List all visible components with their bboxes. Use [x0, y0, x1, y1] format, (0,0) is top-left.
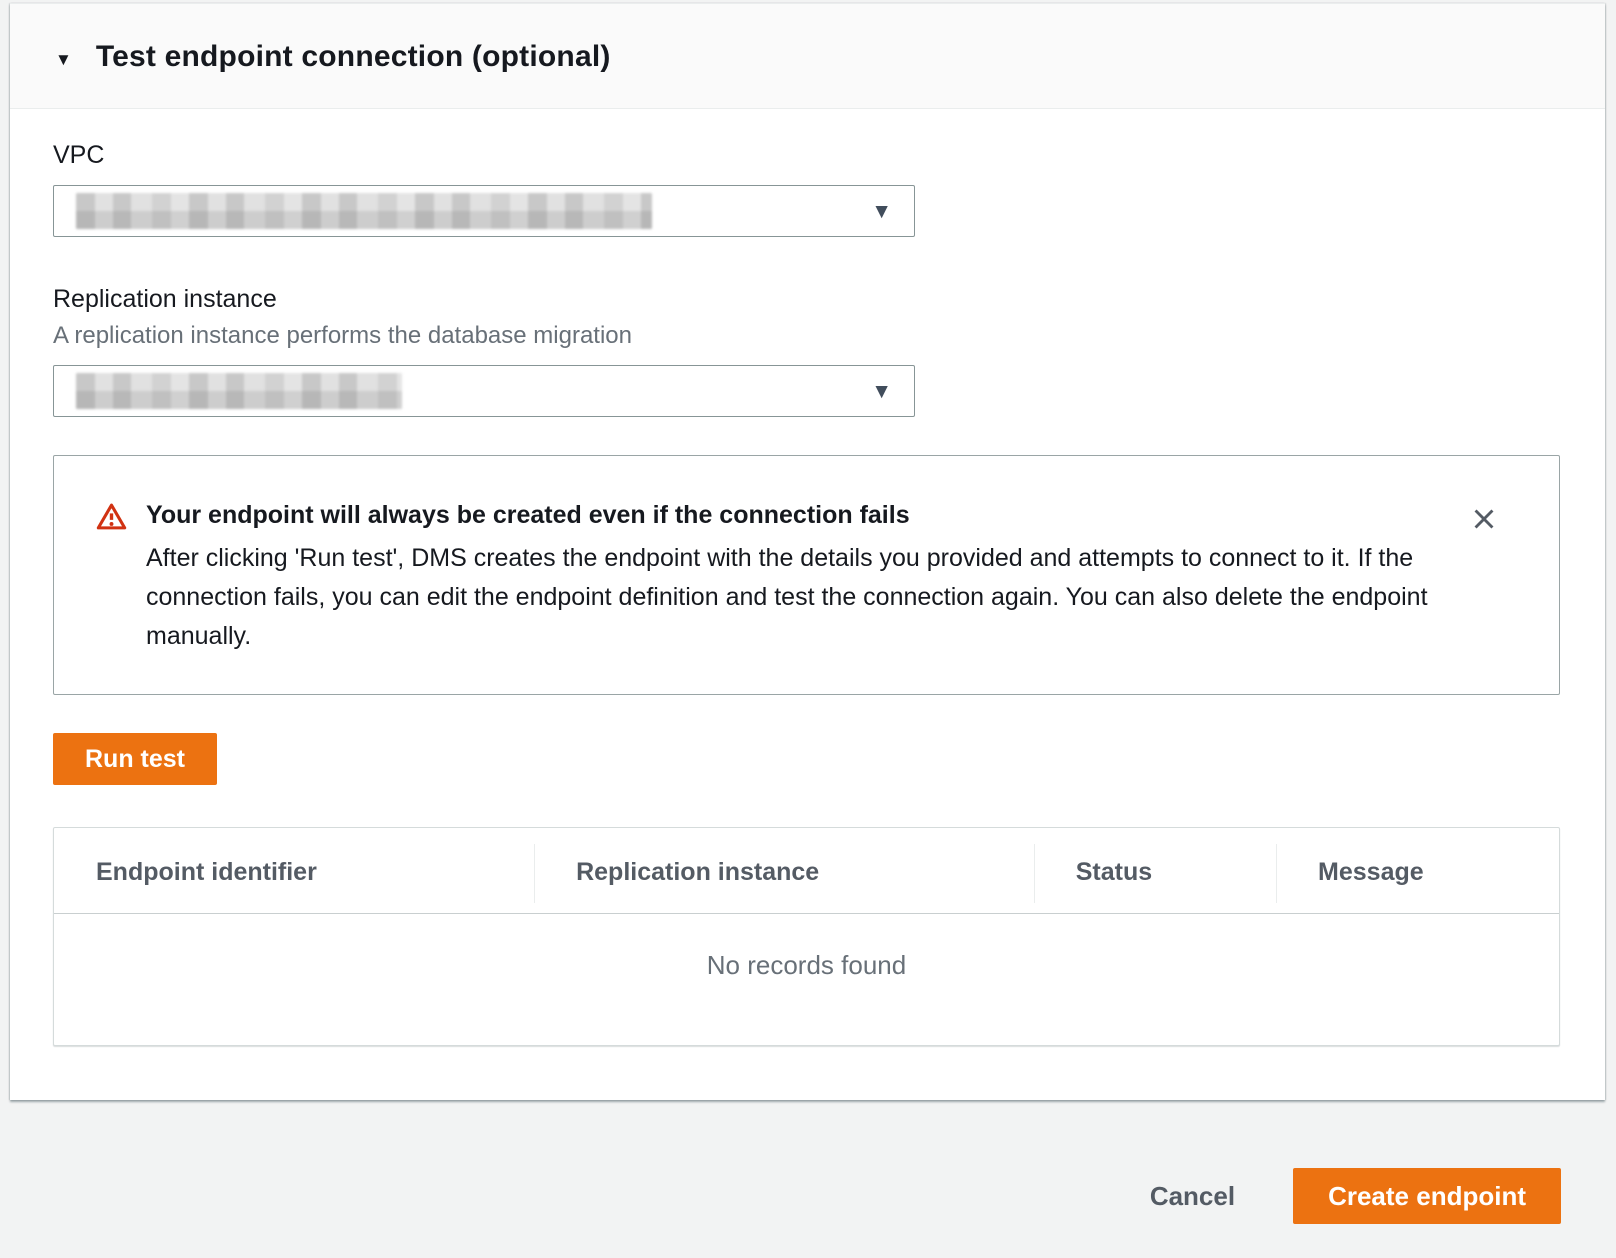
warning-body: After clicking 'Run test', DMS creates t…	[146, 539, 1446, 656]
replication-instance-select[interactable]: ▼	[53, 365, 915, 417]
column-header-status[interactable]: Status	[1034, 828, 1276, 913]
warning-title: Your endpoint will always be created eve…	[146, 500, 1446, 530]
warning-triangle-icon	[96, 502, 127, 536]
replication-instance-field: Replication instance A replication insta…	[53, 285, 1560, 417]
create-endpoint-button[interactable]: Create endpoint	[1293, 1168, 1561, 1224]
dropdown-caret-icon: ▼	[871, 381, 892, 402]
vpc-selected-value-redacted	[76, 193, 652, 229]
test-results-table: Endpoint identifier Replication instance…	[53, 827, 1560, 1046]
close-icon[interactable]	[1467, 502, 1501, 536]
replication-instance-description: A replication instance performs the data…	[53, 322, 1560, 350]
run-test-button[interactable]: Run test	[53, 733, 217, 785]
panel-body: VPC ▼ Replication instance A replication…	[10, 109, 1605, 1046]
endpoint-warning-alert: Your endpoint will always be created eve…	[53, 455, 1560, 695]
wizard-footer: Cancel Create endpoint	[0, 1168, 1616, 1224]
panel-header[interactable]: ▼ Test endpoint connection (optional)	[10, 4, 1605, 109]
table-empty-message: No records found	[54, 914, 1559, 1045]
vpc-select[interactable]: ▼	[53, 185, 915, 237]
panel-title: Test endpoint connection (optional)	[96, 40, 611, 74]
test-endpoint-connection-panel: ▼ Test endpoint connection (optional) VP…	[10, 3, 1605, 1100]
table-header-row: Endpoint identifier Replication instance…	[54, 828, 1559, 914]
collapse-caret-icon: ▼	[55, 47, 72, 68]
column-header-endpoint-identifier[interactable]: Endpoint identifier	[54, 828, 534, 913]
column-header-message[interactable]: Message	[1276, 828, 1559, 913]
dropdown-caret-icon: ▼	[871, 201, 892, 222]
replication-instance-label: Replication instance	[53, 285, 1560, 314]
vpc-field: VPC ▼	[53, 141, 1560, 237]
column-header-replication-instance[interactable]: Replication instance	[534, 828, 1034, 913]
replication-instance-selected-value-redacted	[76, 373, 402, 409]
vpc-label: VPC	[53, 141, 1560, 170]
cancel-button[interactable]: Cancel	[1150, 1181, 1235, 1212]
